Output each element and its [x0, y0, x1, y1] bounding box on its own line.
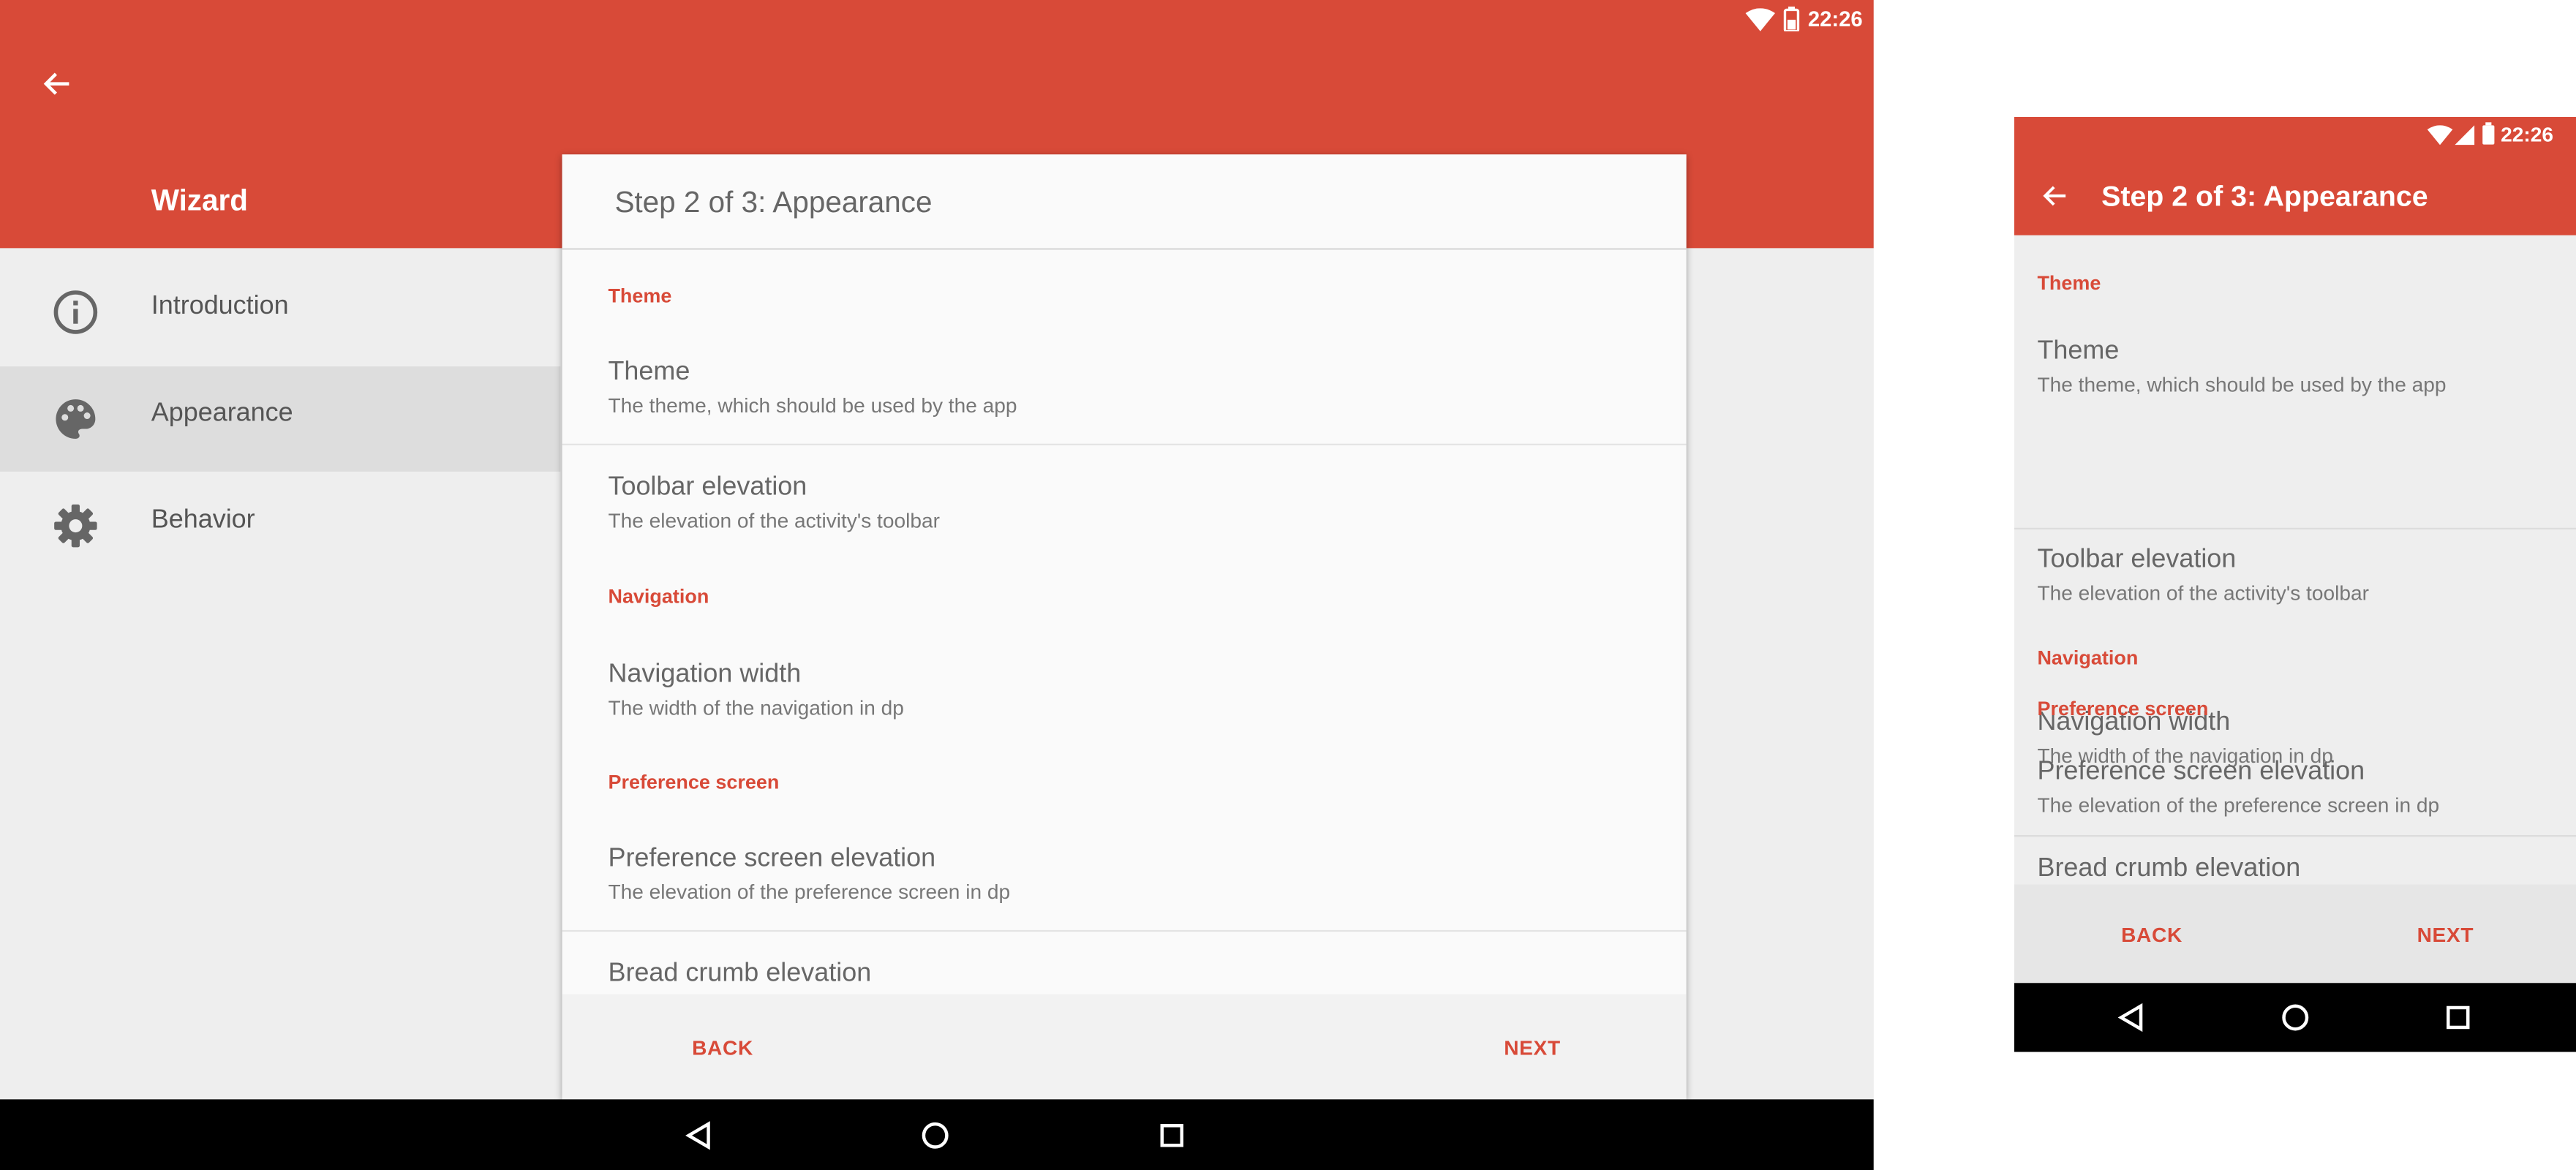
pref-summary: The width of the navigation in dp [608, 696, 904, 720]
next-button[interactable]: NEXT [2417, 924, 2474, 946]
pref-theme[interactable]: Theme The theme, which should be used by… [2014, 321, 2576, 420]
pref-title: Toolbar elevation [2037, 546, 2237, 574]
wifi-icon [1745, 8, 1775, 31]
battery-icon [2482, 122, 2495, 145]
nav-home-icon[interactable] [2281, 1003, 2310, 1032]
divider [2014, 527, 2576, 530]
back-button[interactable]: BACK [692, 1037, 753, 1060]
button-bar: BACK NEXT [562, 994, 1687, 1100]
nav-home-icon[interactable] [920, 1121, 949, 1150]
card-header: Step 2 of 3: Appearance [562, 154, 1687, 250]
back-arrow-icon[interactable] [2042, 183, 2068, 209]
pref-preference-screen-elevation[interactable]: Preference screen elevation The elevatio… [562, 822, 1687, 930]
pref-summary: The elevation of the preference screen i… [2037, 793, 2440, 818]
category-navigation: Navigation [2037, 646, 2139, 670]
wifi-icon [2427, 125, 2453, 146]
sidebar-item-label: Behavior [151, 506, 255, 535]
sidebar-item-label: Appearance [151, 399, 293, 428]
category-preference-screen: Preference screen [2037, 697, 2209, 720]
pref-title: Bread crumb elevation [2037, 854, 2301, 883]
pref-title: Preference screen elevation [608, 845, 936, 873]
pref-toolbar-elevation[interactable]: Toolbar elevation The elevation of the a… [562, 450, 1687, 549]
pref-title: Theme [2037, 337, 2120, 366]
pref-summary: The theme, which should be used by the a… [2037, 373, 2447, 397]
pref-bread-crumb-elevation[interactable]: Bread crumb elevation [2014, 842, 2576, 884]
sidebar-item-introduction[interactable]: Introduction [0, 260, 560, 365]
wizard-card: Step 2 of 3: Appearance Theme Theme The … [562, 154, 1687, 1100]
system-nav-bar [0, 1099, 1874, 1170]
nav-recents-icon[interactable] [2445, 1004, 2471, 1030]
toolbar-title: Step 2 of 3: Appearance [2101, 179, 2428, 213]
status-time: 22:26 [2501, 123, 2554, 147]
gear-icon [54, 504, 97, 548]
pref-summary: The elevation of the activity's toolbar [2037, 581, 2369, 605]
nav-back-icon[interactable] [2116, 1003, 2145, 1033]
divider [2014, 835, 2576, 837]
info-icon [53, 290, 98, 334]
status-time: 22:26 [1807, 6, 1863, 31]
back-button[interactable]: BACK [2121, 924, 2183, 946]
tablet-screen: 22:26 Wizard Introduction Appearance Beh… [0, 0, 1874, 1170]
pref-summary: The theme, which should be used by the a… [608, 394, 1017, 418]
sidebar-item-appearance[interactable]: Appearance [0, 366, 561, 472]
sidebar-item-label: Introduction [151, 292, 289, 321]
nav-recents-icon[interactable] [1159, 1122, 1185, 1149]
pref-toolbar-elevation[interactable]: Toolbar elevation The elevation of the a… [2014, 535, 2576, 627]
next-button[interactable]: NEXT [1504, 1037, 1561, 1060]
phone-screen: 22:26 Step 2 of 3: Appearance Theme Them… [2014, 117, 2576, 1052]
back-arrow-icon[interactable] [42, 69, 72, 98]
category-preference-screen: Preference screen [608, 770, 780, 794]
category-theme: Theme [2037, 271, 2101, 295]
system-nav-bar [2014, 983, 2576, 1052]
sidebar-title: Wizard [151, 184, 248, 217]
pref-title: Navigation width [608, 660, 802, 689]
button-bar: BACK NEXT [2014, 884, 2576, 984]
pref-title: Preference screen elevation [2037, 758, 2365, 786]
category-theme: Theme [608, 284, 672, 308]
pref-title: Toolbar elevation [608, 473, 807, 502]
divider [562, 929, 1687, 932]
category-navigation: Navigation [608, 585, 709, 608]
pref-summary: The elevation of the preference screen i… [608, 880, 1011, 904]
pref-summary: The elevation of the activity's toolbar [608, 509, 940, 533]
pref-preference-screen-elevation[interactable]: Preference screen elevation The elevatio… [2014, 750, 2576, 835]
signal-icon [2455, 125, 2475, 146]
pref-title: Theme [608, 358, 690, 387]
divider [562, 443, 1687, 445]
battery-icon [1783, 6, 1800, 31]
palette-icon [56, 399, 96, 439]
pref-bread-crumb-elevation[interactable]: Bread crumb elevation [562, 937, 1687, 1003]
pref-navigation-width[interactable]: Navigation width The width of the naviga… [562, 638, 1687, 736]
nav-back-icon[interactable] [684, 1121, 713, 1150]
sidebar-item-behavior[interactable]: Behavior [0, 473, 560, 578]
card-title: Step 2 of 3: Appearance [614, 185, 933, 219]
pref-title: Bread crumb elevation [608, 959, 872, 988]
pref-theme[interactable]: Theme The theme, which should be used by… [562, 335, 1687, 443]
